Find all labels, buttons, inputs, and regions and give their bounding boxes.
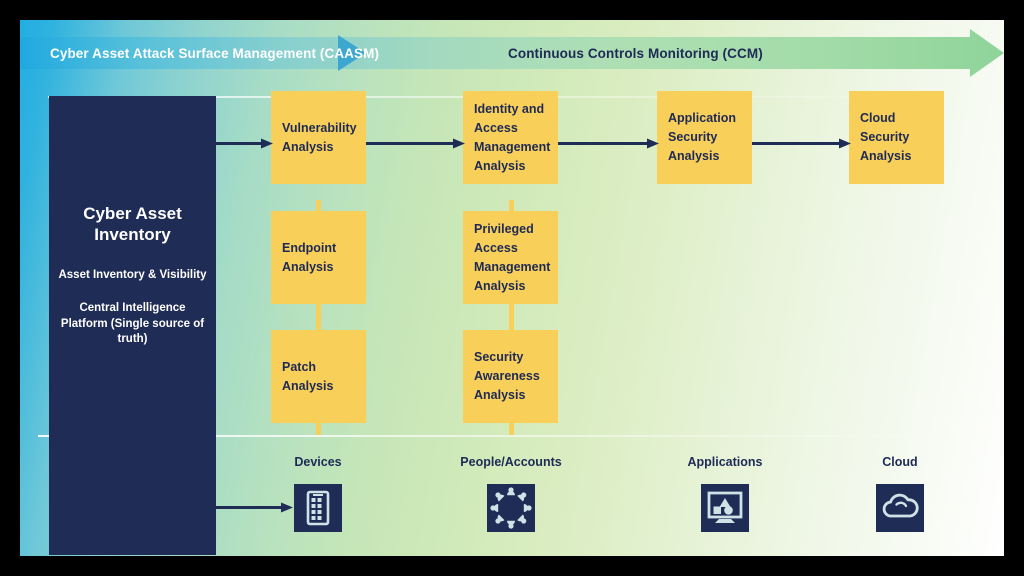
cyber-asset-inventory-panel: Cyber Asset Inventory Asset Inventory & … [49,96,216,555]
box-privileged-access-management-analysis[interactable]: Privileged Access Management Analysis [463,211,558,304]
box-line: Analysis [668,149,720,163]
inventory-subtitle-2-line-b: Platform [60,317,108,330]
box-security-awareness-analysis[interactable]: Security Awareness Analysis [463,330,558,423]
category-label-devices: Devices [294,455,342,469]
box-line: Access [474,240,518,255]
box-line: Security [474,350,524,364]
box-line: Privileged [474,221,534,236]
box-line: Awareness [474,369,540,383]
box-line: Analysis [282,139,334,154]
category-label-applications: Applications [687,455,763,469]
box-line: Patch [282,359,317,374]
box-application-security-analysis[interactable]: Application Security Analysis [657,91,752,184]
box-line: Security [668,130,718,144]
arrow-inventory-to-devices-icon [216,502,293,513]
box-line: Endpoint [282,240,337,255]
box-line: Management [474,139,551,154]
box-line: Cloud [860,111,896,125]
arrow-inventory-to-vulnerability [216,138,273,149]
box-vulnerability-analysis[interactable]: Vulnerability Analysis [271,91,366,184]
inventory-subtitle-2: Central Intelligence Platform (Single so… [57,301,208,348]
banner-label-ccm: Continuous Controls Monitoring (CCM) [508,45,763,61]
box-cloud-security-analysis[interactable]: Cloud Security Analysis [849,91,944,184]
arrow-vulnerability-to-iam [366,138,465,149]
box-line: Analysis [860,149,912,163]
box-patch-analysis[interactable]: Patch Analysis [271,330,366,423]
box-endpoint-analysis[interactable]: Endpoint Analysis [271,211,366,304]
category-label-cloud: Cloud [882,455,918,469]
category-label-people-accounts: People/Accounts [460,455,562,469]
box-line: Analysis [282,259,334,274]
arrow-iam-to-application [558,138,659,149]
box-line: Access [474,120,518,135]
arrow-application-to-cloud [752,138,851,149]
box-line: Analysis [282,378,334,393]
box-line: Vulnerability [282,120,357,135]
monitor-shapes-icon [701,484,749,532]
banner-label-caasm: Cyber Asset Attack Surface Management (C… [50,45,380,61]
diagram-canvas: Cyber Asset Attack Surface Management (C… [20,20,1004,556]
box-line: Management [474,259,551,274]
box-line: Analysis [474,158,526,173]
inventory-text-block: Cyber Asset Inventory Asset Inventory & … [49,96,216,455]
inventory-subtitle-2-line-c: (Single source of truth) [110,317,205,346]
people-network-icon [487,484,535,532]
server-device-icon [294,484,342,532]
box-line: Analysis [474,388,526,402]
inventory-subtitle-1: Asset Inventory & Visibility [58,268,207,281]
box-line: Security [860,130,910,144]
box-line: Identity and [474,101,545,116]
box-line: Application [668,111,737,125]
phase-banner: Cyber Asset Attack Surface Management (C… [20,29,1004,77]
cloud-icon [876,484,924,532]
inventory-subtitle-2-line-a: Central Intelligence [79,302,186,315]
box-identity-access-management-analysis[interactable]: Identity and Access Management Analysis [463,91,558,184]
box-line: Analysis [474,278,526,293]
inventory-title: Cyber Asset Inventory [83,204,182,245]
